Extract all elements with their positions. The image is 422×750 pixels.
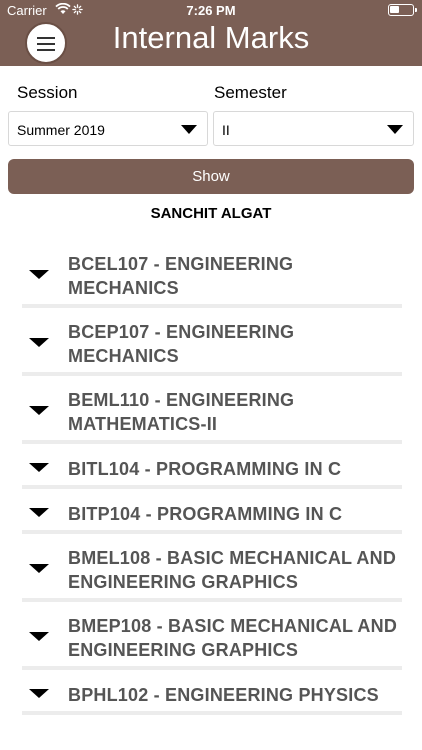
battery-icon [388, 4, 417, 16]
session-value: Summer 2019 [17, 122, 105, 138]
subject-item[interactable]: BCEL107 - ENGINEERING MECHANICS [22, 240, 402, 308]
subject-list: BCEL107 - ENGINEERING MECHANICS BCEP107 … [22, 240, 402, 715]
semester-value: II [222, 122, 230, 138]
page-title: Internal Marks [112, 20, 310, 55]
chevron-down-icon [387, 125, 403, 134]
semester-label: Semester [214, 83, 287, 102]
subject-item[interactable]: BITL104 - PROGRAMMING IN C [22, 444, 402, 489]
subject-title: BMEP108 - BASIC MECHANICAL AND ENGINEERI… [68, 616, 398, 660]
show-button[interactable]: Show [8, 159, 414, 194]
status-bar: Carrier 7:26 PM [0, 0, 422, 20]
caret-down-icon [29, 689, 49, 698]
subject-item[interactable]: BMEL108 - BASIC MECHANICAL AND ENGINEERI… [22, 534, 402, 602]
app-header: Carrier 7:26 PM Internal Marks [0, 0, 422, 66]
subject-title: BITP104 - PROGRAMMING IN C [68, 504, 343, 524]
student-name: SANCHIT ALGAT [150, 205, 272, 222]
subject-title: BCEL107 - ENGINEERING MECHANICS [68, 254, 294, 298]
session-label: Session [17, 83, 78, 102]
session-select[interactable]: Summer 2019 [8, 111, 208, 146]
subject-title: BEML110 - ENGINEERING MATHEMATICS-II [68, 390, 295, 434]
subject-title: BCEP107 - ENGINEERING MECHANICS [68, 322, 295, 366]
semester-select[interactable]: II [213, 111, 414, 146]
subject-title: BMEL108 - BASIC MECHANICAL AND ENGINEERI… [68, 548, 397, 592]
caret-down-icon [29, 463, 49, 472]
caret-down-icon [29, 632, 49, 641]
caret-down-icon [29, 338, 49, 347]
status-time: 7:26 PM [186, 3, 236, 18]
subject-title: BPHL102 - ENGINEERING PHYSICS [68, 685, 379, 705]
chevron-down-icon [181, 125, 197, 134]
caret-down-icon [29, 508, 49, 517]
subject-item[interactable]: BEML110 - ENGINEERING MATHEMATICS-II [22, 376, 402, 444]
subject-item[interactable]: BITP104 - PROGRAMMING IN C [22, 489, 402, 534]
subject-title: BITL104 - PROGRAMMING IN C [68, 459, 342, 479]
caret-down-icon [29, 270, 49, 279]
caret-down-icon [29, 564, 49, 573]
subject-item[interactable]: BMEP108 - BASIC MECHANICAL AND ENGINEERI… [22, 602, 402, 670]
subject-item[interactable]: BCEP107 - ENGINEERING MECHANICS [22, 308, 402, 376]
caret-down-icon [29, 406, 49, 415]
subject-item[interactable]: BPHL102 - ENGINEERING PHYSICS [22, 670, 402, 715]
